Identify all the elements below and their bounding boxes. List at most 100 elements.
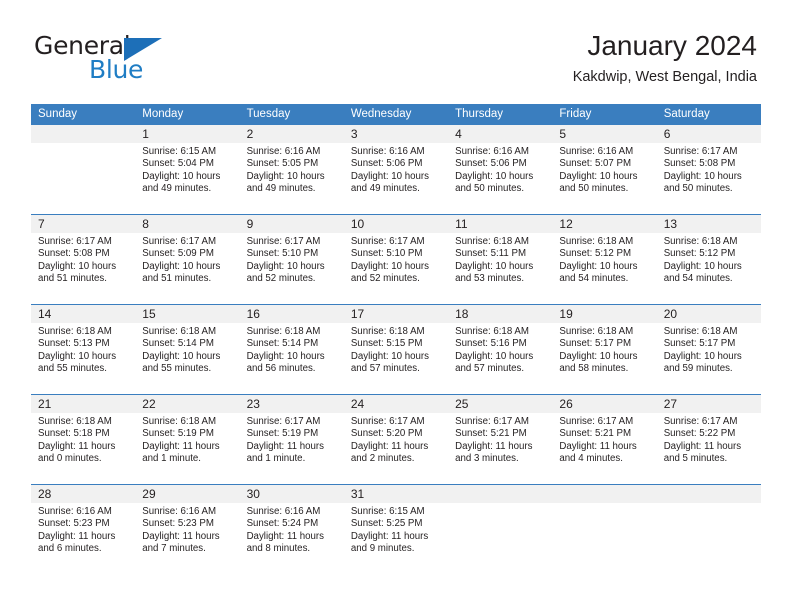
day-number[interactable]: 20 — [657, 305, 761, 323]
calendar-week-row: 28 29 30 31 Sunrise: 6:16 AM Sunset: 5:23 PM D… — [31, 484, 761, 574]
sunrise-text: Sunrise: 6:16 AM — [350, 146, 425, 157]
sunrise-text: Sunrise: 6:16 AM — [455, 146, 529, 157]
day-detail: Sunrise: 6:17 AM Sunset: 5:22 PM Daylight:… — [657, 413, 761, 484]
day-number[interactable]: 8 — [135, 215, 239, 233]
sunset-text: Sunset: 5:15 PM — [350, 338, 423, 350]
day-number[interactable]: 25 — [448, 395, 552, 413]
sunrise-text: Sunrise: 6:18 AM — [455, 236, 529, 247]
day-detail: Sunrise: 6:17 AM Sunset: 5:21 PM Daylight:… — [552, 413, 656, 484]
day-detail: Sunrise: 6:18 AM Sunset: 5:13 PM Daylight:… — [31, 323, 135, 394]
day-number[interactable]: 11 — [448, 215, 552, 233]
weekday-header-friday: Friday — [559, 108, 592, 120]
sunrise-text: Sunrise: 6:17 AM — [142, 236, 217, 247]
sunset-text: Sunset: 5:21 PM — [455, 428, 527, 440]
day-detail: Sunrise: 6:17 AM Sunset: 5:19 PM Daylight:… — [240, 413, 344, 484]
daylight-text: Daylight: 11 hours and 7 minutes. — [142, 530, 220, 555]
day-number[interactable]: 31 — [344, 485, 448, 503]
calendar-grid: Sunday Monday Tuesday Wednesday Thursday Frid… — [31, 104, 761, 574]
day-detail: Sunrise: 6:17 AM Sunset: 5:20 PM Daylight:… — [344, 413, 448, 484]
day-number[interactable]: 16 — [240, 305, 344, 323]
day-detail: Sunrise: 6:18 AM Sunset: 5:19 PM Daylight:… — [135, 413, 239, 484]
day-number[interactable]: 5 — [552, 125, 656, 143]
sunset-text: Sunset: 5:09 PM — [142, 248, 214, 260]
day-detail: Sunrise: 6:18 AM Sunset: 5:12 PM Daylight:… — [552, 233, 656, 304]
day-number[interactable]: 22 — [135, 395, 239, 413]
daylight-text: Daylight: 10 hours and 50 minutes. — [663, 170, 742, 195]
day-detail: Sunrise: 6:18 AM Sunset: 5:17 PM Daylight:… — [657, 323, 761, 394]
sunrise-text: Sunrise: 6:18 AM — [350, 326, 425, 337]
day-number[interactable]: 21 — [31, 395, 135, 413]
day-number[interactable]: 26 — [552, 395, 656, 413]
weekday-header-thursday: Thursday — [455, 108, 504, 120]
day-number[interactable]: 24 — [344, 395, 448, 413]
sunset-text: Sunset: 5:23 PM — [38, 518, 110, 530]
daylight-text: Daylight: 10 hours and 52 minutes. — [350, 260, 429, 285]
day-number[interactable]: 27 — [657, 395, 761, 413]
sunset-text: Sunset: 5:16 PM — [455, 338, 527, 350]
sunset-text: Sunset: 5:12 PM — [663, 248, 736, 260]
sunrise-text: Sunrise: 6:17 AM — [38, 236, 112, 247]
daylight-text: Daylight: 11 hours and 3 minutes. — [455, 440, 533, 465]
daylight-text: Daylight: 10 hours and 51 minutes. — [142, 260, 221, 285]
day-detail: Sunrise: 6:16 AM Sunset: 5:06 PM Daylight:… — [344, 143, 448, 214]
page-subtitle: Kakdwip, West Bengal, India — [572, 69, 757, 86]
day-number[interactable]: 7 — [31, 215, 135, 233]
sunrise-text: Sunrise: 6:16 AM — [246, 146, 321, 157]
day-number[interactable]: 30 — [240, 485, 344, 503]
sunset-text: Sunset: 5:20 PM — [350, 428, 423, 440]
daylight-text: Daylight: 11 hours and 8 minutes. — [246, 530, 324, 555]
sunset-text: Sunset: 5:13 PM — [38, 338, 110, 350]
day-detail: Sunrise: 6:16 AM Sunset: 5:24 PM Daylight:… — [240, 503, 344, 574]
sunrise-text: Sunrise: 6:16 AM — [559, 146, 634, 157]
daylight-text: Daylight: 10 hours and 55 minutes. — [142, 350, 221, 375]
day-detail: Sunrise: 6:18 AM Sunset: 5:16 PM Daylight:… — [448, 323, 552, 394]
day-number[interactable]: 9 — [240, 215, 344, 233]
day-number[interactable]: 10 — [344, 215, 448, 233]
day-number[interactable]: 28 — [31, 485, 135, 503]
sunset-text: Sunset: 5:25 PM — [350, 518, 423, 530]
sunset-text: Sunset: 5:17 PM — [663, 338, 736, 350]
day-number[interactable]: 18 — [448, 305, 552, 323]
daylight-text: Daylight: 11 hours and 6 minutes. — [38, 530, 116, 555]
day-number[interactable]: 1 — [135, 125, 239, 143]
sunrise-text: Sunrise: 6:15 AM — [142, 146, 217, 157]
daylight-text: Daylight: 10 hours and 50 minutes. — [455, 170, 534, 195]
day-detail: Sunrise: 6:16 AM Sunset: 5:23 PM Daylight:… — [31, 503, 135, 574]
sunrise-text: Sunrise: 6:17 AM — [246, 236, 321, 247]
sunset-text: Sunset: 5:06 PM — [455, 158, 527, 170]
day-detail: Sunrise: 6:16 AM Sunset: 5:23 PM Daylight:… — [135, 503, 239, 574]
sunrise-text: Sunrise: 6:18 AM — [455, 326, 529, 337]
daylight-text: Daylight: 10 hours and 54 minutes. — [663, 260, 742, 285]
day-number[interactable]: 2 — [240, 125, 344, 143]
sunset-text: Sunset: 5:17 PM — [559, 338, 632, 350]
week-day-number-band: 21 22 23 24 25 26 27 — [31, 395, 761, 413]
day-number[interactable]: 4 — [448, 125, 552, 143]
day-number[interactable]: 13 — [657, 215, 761, 233]
day-number[interactable]: 15 — [135, 305, 239, 323]
day-number[interactable]: 23 — [240, 395, 344, 413]
general-blue-logo: General Blue — [34, 33, 214, 85]
sunset-text: Sunset: 5:11 PM — [455, 248, 527, 260]
day-number[interactable]: 6 — [657, 125, 761, 143]
sunset-text: Sunset: 5:08 PM — [663, 158, 736, 170]
day-number[interactable]: 19 — [552, 305, 656, 323]
sunrise-text: Sunrise: 6:18 AM — [246, 326, 321, 337]
sunrise-text: Sunrise: 6:18 AM — [559, 236, 634, 247]
calendar-week-row: 1 2 3 4 5 6 Sunrise: 6:15 AM Sunset: 5:04 PM Day… — [31, 125, 761, 214]
sunrise-text: Sunrise: 6:18 AM — [38, 416, 112, 427]
day-number[interactable]: 12 — [552, 215, 656, 233]
daylight-text: Daylight: 10 hours and 57 minutes. — [455, 350, 534, 375]
day-number[interactable]: 29 — [135, 485, 239, 503]
sunset-text: Sunset: 5:06 PM — [350, 158, 423, 170]
day-number[interactable]: 14 — [31, 305, 135, 323]
sunrise-text: Sunrise: 6:17 AM — [663, 146, 738, 157]
sunset-text: Sunset: 5:05 PM — [246, 158, 319, 170]
calendar-page: General Blue January 2024 Kakdwip, West … — [0, 0, 792, 612]
page-header: General Blue January 2024 Kakdwip, West … — [0, 0, 792, 100]
day-detail: Sunrise: 6:18 AM Sunset: 5:12 PM Daylight:… — [657, 233, 761, 304]
day-number[interactable]: 17 — [344, 305, 448, 323]
day-detail: Sunrise: 6:17 AM Sunset: 5:10 PM Daylight:… — [344, 233, 448, 304]
day-number[interactable]: 3 — [344, 125, 448, 143]
daylight-text: Daylight: 10 hours and 53 minutes. — [455, 260, 534, 285]
daylight-text: Daylight: 10 hours and 50 minutes. — [559, 170, 638, 195]
